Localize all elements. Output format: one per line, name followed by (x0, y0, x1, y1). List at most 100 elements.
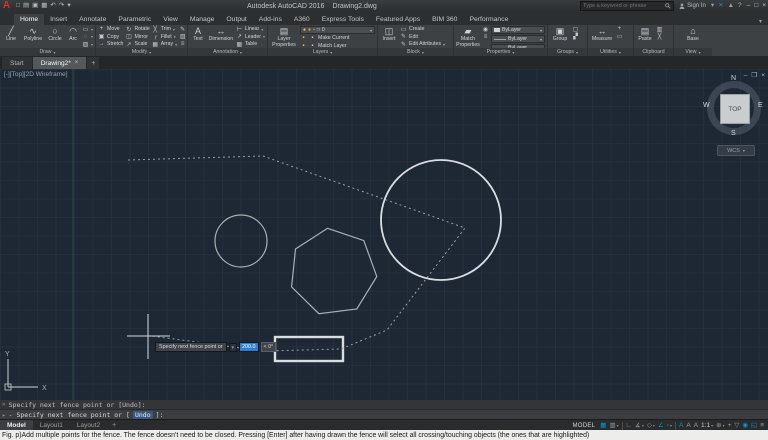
panel-label-draw[interactable]: Draw▾ (0, 48, 95, 56)
new-drawing-tab-button[interactable]: + (87, 57, 99, 69)
fillet-button[interactable]: ╭Fillet▾ (152, 34, 177, 41)
ribbon-tab-insert[interactable]: Insert (44, 14, 73, 25)
redo-icon[interactable]: ↷ (59, 0, 64, 12)
dynamic-input-options-icon[interactable]: ▼ (229, 343, 237, 352)
rectangle-button[interactable]: ▭▾ (82, 26, 93, 33)
viewcube-south[interactable]: S (731, 130, 736, 137)
qat-menu-icon[interactable]: ▾ (67, 0, 70, 12)
restore-button[interactable]: □ (754, 0, 758, 12)
ribbon-tab-output[interactable]: Output (220, 14, 252, 25)
search-input[interactable] (583, 3, 663, 9)
tab-close-icon[interactable]: × (75, 60, 79, 66)
polyline-button[interactable]: ∿Polyline (22, 26, 44, 43)
trim-button[interactable]: ╳Trim▾ (152, 26, 177, 33)
dimension-button[interactable]: ↔Dimension (208, 26, 234, 43)
ribbon-tab-performance[interactable]: Performance (463, 14, 514, 25)
ribbon-tab-manage[interactable]: Manage (184, 14, 221, 25)
hatch-button[interactable]: ▨▾ (82, 41, 93, 48)
panel-label-layers[interactable]: Layers▾ (268, 48, 377, 56)
file-tab-drawing2[interactable]: Drawing2*× (33, 57, 87, 69)
edit-block-button[interactable]: ✎Edit (400, 34, 445, 41)
table-button[interactable]: ▦Table (236, 41, 265, 48)
panel-label-annotation[interactable]: Annotation▾ (188, 48, 267, 56)
ribbon-tab-parametric[interactable]: Parametric (112, 14, 157, 25)
panel-label-clipboard[interactable]: Clipboard (634, 48, 673, 56)
file-tab-start[interactable]: Start (2, 57, 32, 69)
ribbon-display-icon[interactable]: ▾ (759, 18, 762, 25)
autocad-logo-icon[interactable]: A (0, 0, 13, 12)
panel-label-view[interactable]: View▾ (674, 48, 712, 56)
small-circle-shape[interactable] (215, 215, 267, 267)
command-undo-option[interactable]: Undo (133, 411, 153, 419)
edit-attributes-button[interactable]: ✎Edit Attributes▾ (400, 41, 445, 48)
ribbon-tab-addins[interactable]: Add-ins (253, 14, 288, 25)
stretch-button[interactable]: →Stretch (98, 41, 123, 48)
command-customize-icon[interactable]: ▸ (2, 412, 6, 419)
undo-icon[interactable]: ↶ (50, 0, 55, 12)
ribbon-tab-express-tools[interactable]: Express Tools (316, 14, 370, 25)
exchange-apps-icon[interactable]: ✕ (718, 0, 723, 12)
ellipse-button[interactable]: ◌▾ (82, 34, 93, 41)
panel-label-utilities[interactable]: Utilities▾ (588, 48, 633, 56)
close-button[interactable]: × (762, 0, 766, 12)
command-close-icon[interactable]: × (2, 401, 6, 408)
heptagon-shape[interactable] (292, 228, 377, 313)
plot-icon[interactable]: ▦ (41, 0, 47, 12)
list-button[interactable]: ≡ (482, 34, 489, 41)
panel-label-modify[interactable]: Modify▾ (96, 48, 187, 56)
linear-button[interactable]: ⊢Linear▾ (236, 26, 265, 33)
measure-button[interactable]: ↔Measure (590, 26, 614, 43)
paste-button[interactable]: ▤Paste (636, 26, 654, 43)
rotate-button[interactable]: ↻Rotate (125, 26, 149, 33)
ribbon-tab-a360[interactable]: A360 (288, 14, 316, 25)
ungroup-button[interactable]: ▢ (572, 26, 579, 33)
minimize-button[interactable]: – (747, 0, 751, 12)
autodesk-account-icon[interactable]: ▲ (728, 0, 734, 12)
copy-button[interactable]: ▣Copy (98, 34, 123, 41)
model-space-indicator[interactable]: MODEL (572, 423, 595, 429)
drawing-canvas[interactable]: YX [-][Top][2D Wireframe] –❒× N E S W TO… (0, 69, 768, 400)
ribbon-tab-view[interactable]: View (157, 14, 184, 25)
quick-select-button[interactable]: + (616, 26, 623, 33)
ribbon-tab-annotate[interactable]: Annotate (73, 14, 112, 25)
modify-more-button[interactable]: ≡ (179, 41, 186, 48)
group-button[interactable]: ▣Group (550, 26, 570, 43)
line-button[interactable]: ╱Line (2, 26, 20, 43)
move-button[interactable]: +Move (98, 26, 123, 33)
cut-clip-button[interactable]: ╳ (656, 34, 663, 41)
insert-button[interactable]: ◫Insert (380, 26, 398, 43)
sign-in-button[interactable]: Sign In (679, 3, 706, 9)
viewcube-east[interactable]: E (758, 102, 763, 109)
explode-button[interactable]: ▧ (179, 34, 186, 41)
viewcube-west[interactable]: W (703, 102, 710, 109)
create-block-button[interactable]: ▭Create (400, 26, 445, 33)
copy-clip-button[interactable]: ▥ (656, 26, 663, 33)
color-wheel-button[interactable]: ◉ (482, 26, 489, 33)
array-button[interactable]: ▦Array▾ (152, 41, 177, 48)
mirror-button[interactable]: ◫Mirror (125, 34, 149, 41)
panel-label-groups[interactable]: Groups▾ (548, 48, 587, 56)
dynamic-input-angle-field[interactable]: < 0° (261, 342, 277, 352)
leader-button[interactable]: ↗Leader▾ (236, 34, 265, 41)
ribbon-tab-featured-apps[interactable]: Featured Apps (370, 14, 426, 25)
erase-button[interactable]: ✎ (179, 26, 186, 33)
ribbon-tab-home[interactable]: Home (14, 14, 44, 25)
fence-selection-line[interactable] (128, 156, 465, 351)
new-layout-button[interactable]: + (107, 422, 121, 429)
viewport-controls-label[interactable]: [-][Top][2D Wireframe] (4, 71, 68, 78)
arc-button[interactable]: ◠Arc (66, 26, 80, 43)
open-file-icon[interactable]: ▤ (23, 0, 29, 12)
object-color-dropdown[interactable]: ByLayer▾ (491, 26, 545, 34)
match-properties-button[interactable]: ▰Match Properties (456, 26, 480, 48)
wcs-selector[interactable]: WCS▾ (717, 145, 755, 156)
panel-label-properties[interactable]: Properties▾ (454, 48, 547, 56)
lineweight-dropdown[interactable]: ByLayer▾ (491, 35, 545, 43)
quick-calc-button[interactable]: ▭ (616, 34, 623, 41)
dynamic-input-distance-field[interactable]: 200.0 (239, 342, 259, 352)
large-circle-shape[interactable] (381, 160, 501, 280)
titlebar-menu-caret-icon[interactable]: ▾ (711, 0, 714, 12)
scale-button[interactable]: ↗Scale (125, 41, 149, 48)
new-file-icon[interactable]: □ (16, 0, 20, 12)
panel-label-block[interactable]: Block▾ (378, 48, 453, 56)
group-edit-button[interactable]: ▞ (572, 34, 579, 41)
